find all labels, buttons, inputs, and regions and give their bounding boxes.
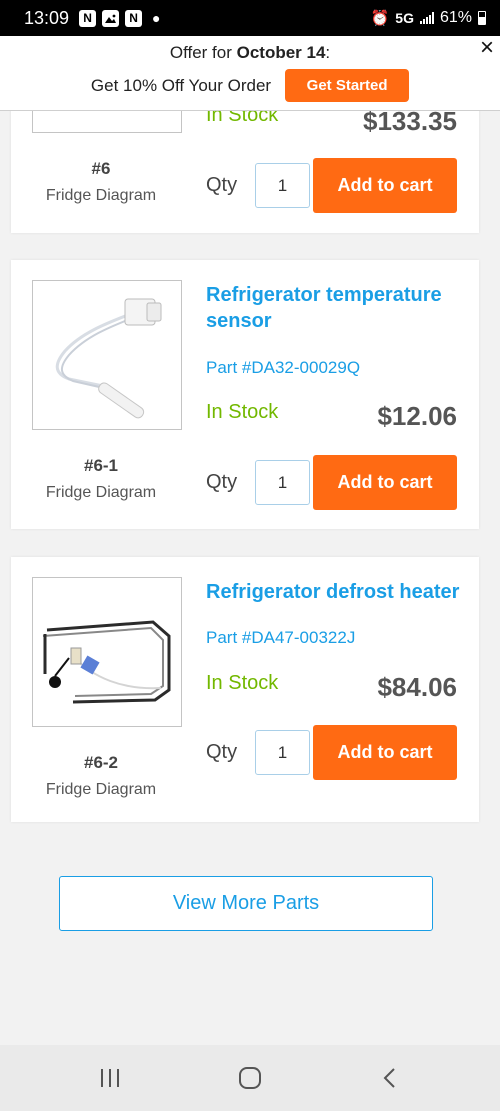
part-price: $84.06 [377,672,457,702]
defrost-heater-image [42,620,171,704]
qty-label: Qty [206,471,238,493]
diagram-label[interactable]: Fridge Diagram [11,781,191,799]
status-bar: 13:09 N N ● ⏰ 5G 61% [0,0,500,36]
part-number: Part #DA32-00029Q [206,358,361,377]
view-more-parts-button[interactable]: View More Parts [59,876,433,931]
battery-percent: 61% [439,9,472,26]
qty-label: Qty [206,174,238,196]
part-card: Refrigerator temperature sensor Part #DA… [11,260,479,529]
network-type: 5G [395,10,414,26]
offer-heading: Offer for October 14: [169,43,331,62]
add-to-cart-button[interactable]: Add to cart [313,455,457,510]
offer-banner: Offer for October 14: Get 10% Off Your O… [0,36,500,111]
n-notification-icon: N [79,9,97,27]
close-icon[interactable]: × [480,36,494,60]
gallery-icon [102,9,120,27]
part-image[interactable] [32,280,182,430]
battery-icon [478,11,486,25]
offer-text: Get 10% Off Your Order [90,75,272,95]
temperature-sensor-image [55,298,162,419]
diagram-label[interactable]: Fridge Diagram [11,484,191,502]
stock-status: In Stock [206,672,279,694]
stock-status: In Stock [206,401,279,423]
qty-input[interactable] [255,460,310,505]
system-nav-bar [0,1045,500,1111]
offer-date: October 14 [236,43,326,62]
part-image[interactable] [32,577,182,727]
status-time: 13:09 [24,7,70,28]
diagram-number[interactable]: #6-1 [11,456,191,476]
diagram-label[interactable]: Fridge Diagram [11,187,191,205]
home-button[interactable] [230,1063,270,1093]
get-started-button[interactable]: Get Started [285,69,410,102]
signal-icon [419,12,434,24]
diagram-number[interactable]: #6-2 [11,753,191,773]
add-to-cart-button[interactable]: Add to cart [313,725,457,780]
add-to-cart-button[interactable]: Add to cart [313,158,457,213]
more-notifications-dot-icon: ● [152,10,161,26]
part-card: Refrigerator defrost heater Part #DA47-0… [11,557,479,822]
recent-apps-icon [101,1069,119,1087]
part-number: Part #DA47-00322J [206,628,356,647]
n-notification-icon: N [125,9,143,27]
part-title[interactable]: Refrigerator defrost heater [206,579,476,605]
home-icon [239,1067,261,1089]
alarm-icon: ⏰ [370,10,390,27]
part-title[interactable]: Refrigerator temperature sensor [206,282,476,334]
back-button[interactable] [370,1063,410,1093]
qty-input[interactable] [255,163,310,208]
diagram-number[interactable]: #6 [11,159,191,179]
qty-input[interactable] [255,730,310,775]
recent-apps-button[interactable] [90,1063,130,1093]
part-price: $12.06 [377,401,457,431]
back-icon [383,1068,395,1088]
qty-label: Qty [206,741,238,763]
